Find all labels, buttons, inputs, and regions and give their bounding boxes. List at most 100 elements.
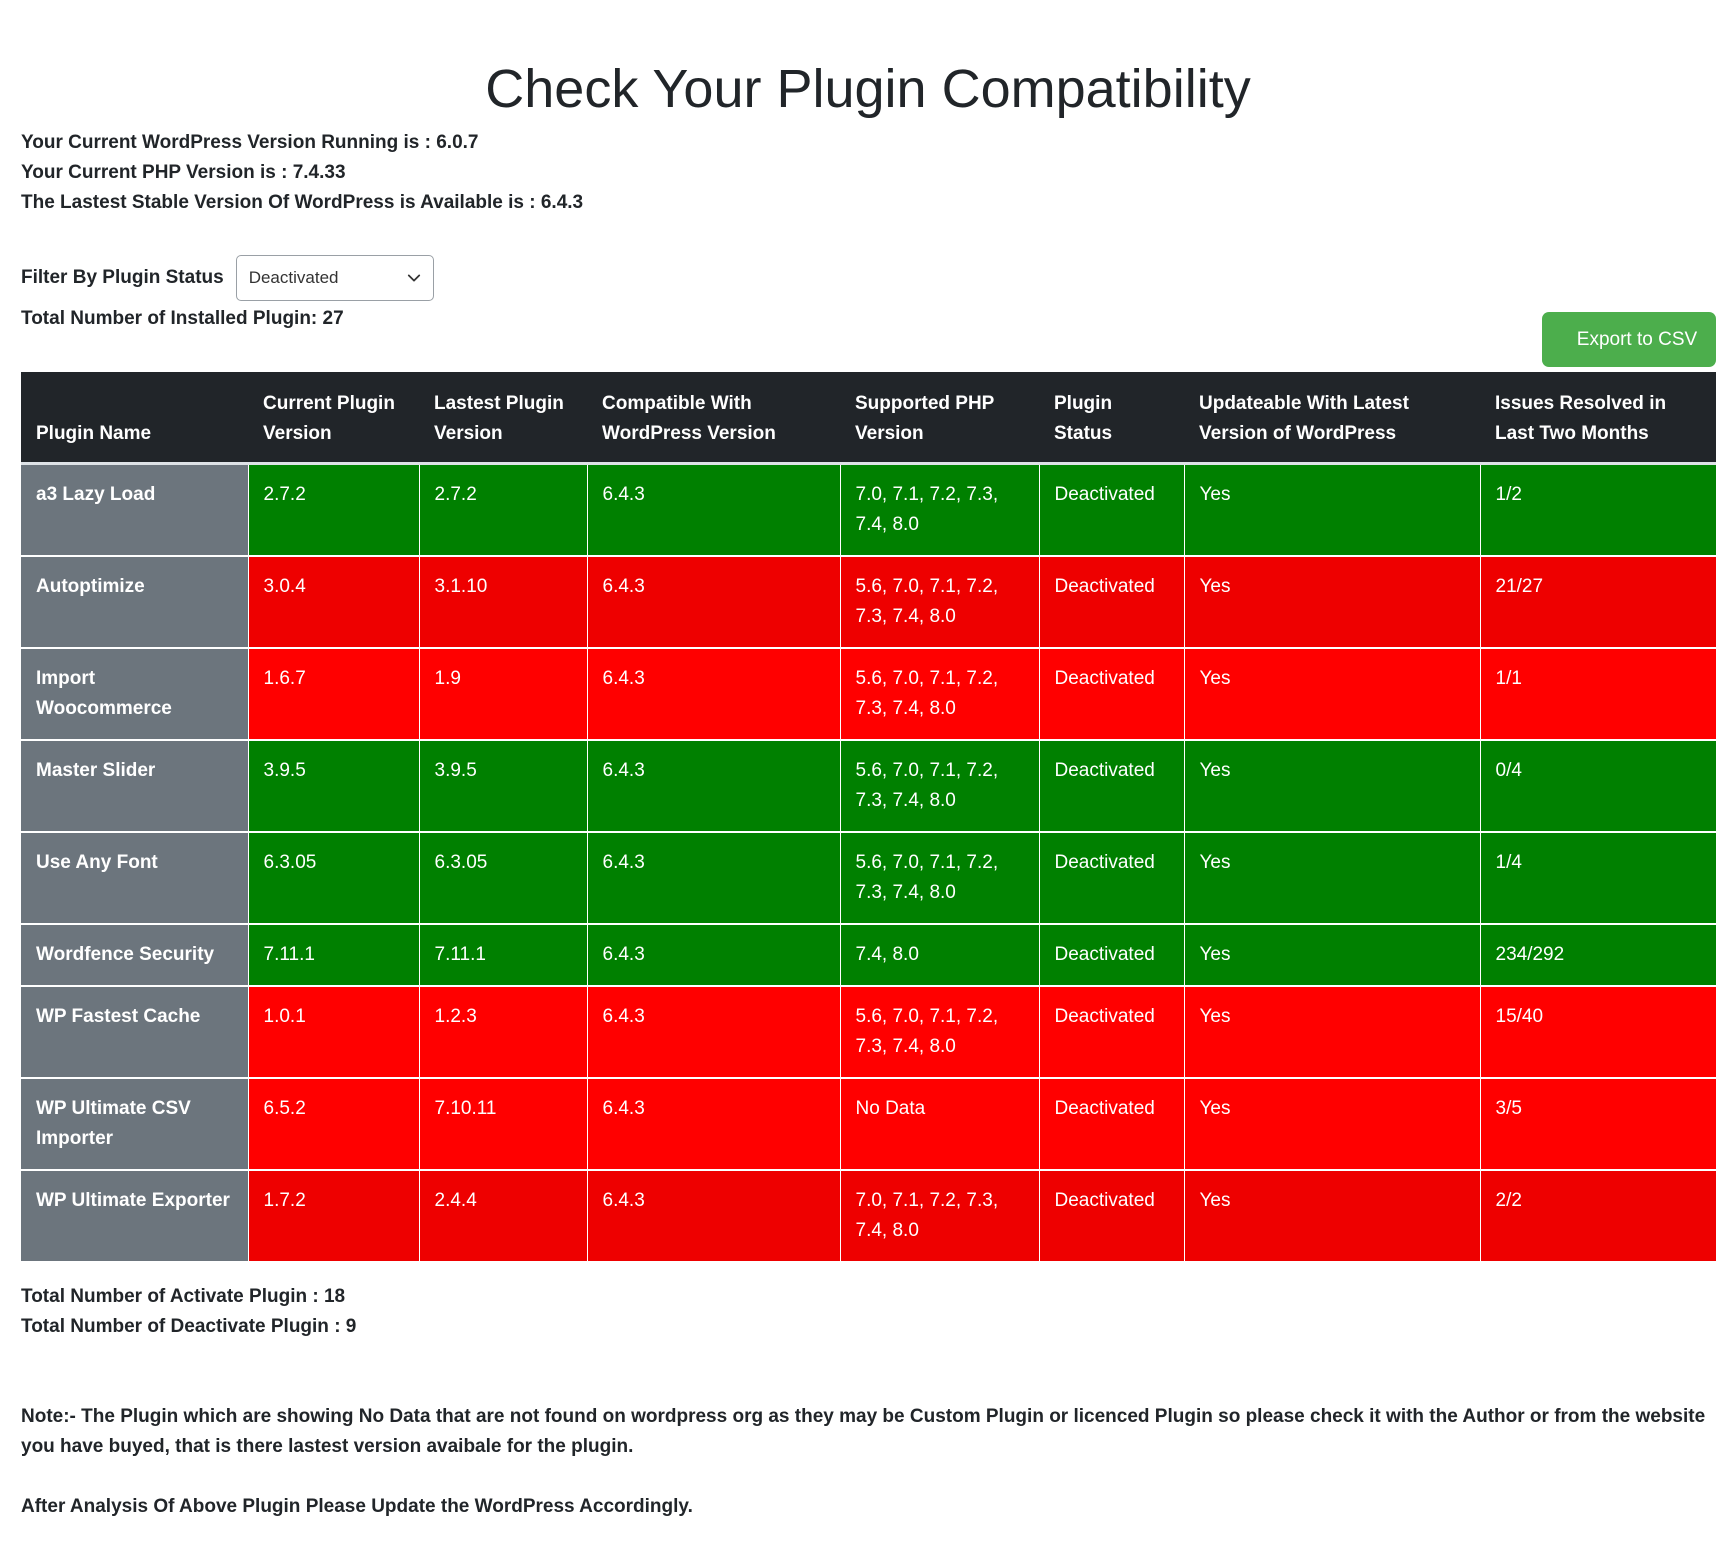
supported-php-cell: 7.0, 7.1, 7.2, 7.3, 7.4, 8.0	[840, 1170, 1040, 1263]
issues-resolved-cell: 1/4	[1480, 832, 1716, 925]
current-version-cell: 6.5.2	[248, 1078, 420, 1171]
latest-version-cell: 1.2.3	[419, 986, 588, 1079]
updateable-cell: Yes	[1184, 832, 1481, 925]
plugin-compatibility-page: Check Your Plugin Compatibility Your Cur…	[0, 0, 1716, 1558]
final-advice: After Analysis Of Above Plugin Please Up…	[21, 1496, 693, 1517]
plugin-name-cell: WP Ultimate CSV Importer	[21, 1078, 249, 1171]
compatible-wp-cell: 6.4.3	[587, 648, 841, 741]
supported-php-cell: 7.0, 7.1, 7.2, 7.3, 7.4, 8.0	[840, 463, 1040, 557]
plugin-name-cell: Wordfence Security	[21, 924, 249, 987]
col-updateable-header: Updateable With Latest Version of WordPr…	[1184, 372, 1480, 465]
current-version-cell: 6.3.05	[248, 832, 420, 925]
issues-resolved-cell: 21/27	[1480, 556, 1716, 649]
compatible-wp-cell: 6.4.3	[587, 924, 841, 987]
chevron-down-icon	[407, 274, 420, 282]
col-plugin-status-header: Plugin Status	[1039, 372, 1184, 465]
latest-version-cell: 6.3.05	[419, 832, 588, 925]
plugin-counts: Total Number of Activate Plugin : 18 Tot…	[21, 1282, 356, 1342]
updateable-cell: Yes	[1184, 740, 1481, 833]
filter-row: Filter By Plugin Status Deactivated	[21, 254, 434, 302]
plugin-name-cell: WP Fastest Cache	[21, 986, 249, 1079]
compatible-wp-cell: 6.4.3	[587, 463, 841, 557]
total-installed-count: Total Number of Installed Plugin: 27	[21, 308, 344, 329]
plugin-status-cell: Deactivated	[1039, 986, 1185, 1079]
updateable-cell: Yes	[1184, 556, 1481, 649]
issues-resolved-cell: 0/4	[1480, 740, 1716, 833]
updateable-cell: Yes	[1184, 1078, 1481, 1171]
col-plugin-name-header: Plugin Name	[21, 372, 248, 465]
issues-resolved-cell: 1/1	[1480, 648, 1716, 741]
supported-php-cell: 7.4, 8.0	[840, 924, 1040, 987]
active-plugin-count: Total Number of Activate Plugin : 18	[21, 1286, 346, 1307]
plugin-status-cell: Deactivated	[1039, 648, 1185, 741]
plugin-status-cell: Deactivated	[1039, 832, 1185, 925]
compatible-wp-cell: 6.4.3	[587, 832, 841, 925]
current-version-cell: 3.9.5	[248, 740, 420, 833]
supported-php-cell: 5.6, 7.0, 7.1, 7.2, 7.3, 7.4, 8.0	[840, 648, 1040, 741]
page-title: Check Your Plugin Compatibility	[485, 59, 1251, 119]
latest-version-cell: 7.10.11	[419, 1078, 588, 1171]
current-version-cell: 1.7.2	[248, 1170, 420, 1263]
compatible-wp-cell: 6.4.3	[587, 1170, 841, 1263]
table-body: a3 Lazy Load 2.7.2 2.7.2 6.4.3 7.0, 7.1, 7.2…	[21, 463, 1716, 1263]
updateable-cell: Yes	[1184, 986, 1481, 1079]
col-issues-resolved-header: Issues Resolved in Last Two Months	[1480, 372, 1716, 465]
col-current-version-header: Current Plugin Version	[248, 372, 419, 465]
export-csv-button[interactable]: Export to CSV	[1542, 312, 1716, 367]
supported-php-cell: 5.6, 7.0, 7.1, 7.2, 7.3, 7.4, 8.0	[840, 832, 1040, 925]
supported-php-cell: 5.6, 7.0, 7.1, 7.2, 7.3, 7.4, 8.0	[840, 556, 1040, 649]
current-version-cell: 2.7.2	[248, 463, 420, 557]
issues-resolved-cell: 234/292	[1480, 924, 1716, 987]
plugin-status-cell: Deactivated	[1039, 740, 1185, 833]
supported-php-cell: 5.6, 7.0, 7.1, 7.2, 7.3, 7.4, 8.0	[840, 986, 1040, 1079]
table-header: Plugin Name Current Plugin Version Lastest…	[21, 372, 1716, 465]
plugin-status-cell: Deactivated	[1039, 1078, 1185, 1171]
issues-resolved-cell: 2/2	[1480, 1170, 1716, 1263]
current-version-cell: 1.0.1	[248, 986, 420, 1079]
col-latest-version-header: Lastest Plugin Version	[419, 372, 587, 465]
col-compatible-wp-header: Compatible With WordPress Version	[587, 372, 840, 465]
compatible-wp-cell: 6.4.3	[587, 1078, 841, 1171]
updateable-cell: Yes	[1184, 924, 1481, 987]
plugin-status-selected-value: Deactivated	[248, 268, 339, 287]
table-header-row: Plugin Name Current Plugin Version Lastest…	[21, 372, 1716, 465]
latest-version-cell: 2.4.4	[419, 1170, 588, 1263]
supported-php-cell: 5.6, 7.0, 7.1, 7.2, 7.3, 7.4, 8.0	[840, 740, 1040, 833]
plugin-status-cell: Deactivated	[1039, 556, 1185, 649]
table-row: Import Woocommerce 1.6.7 1.9 6.4.3 5.6, 7.0,…	[21, 648, 1716, 741]
updateable-cell: Yes	[1184, 1170, 1481, 1263]
table-row: Autoptimize 3.0.4 3.1.10 6.4.3 5.6, 7.0, 7.1…	[21, 556, 1716, 649]
issues-resolved-cell: 3/5	[1480, 1078, 1716, 1171]
issues-resolved-cell: 1/2	[1480, 463, 1716, 557]
deactive-plugin-count: Total Number of Deactivate Plugin : 9	[21, 1316, 357, 1337]
current-version-cell: 7.11.1	[248, 924, 420, 987]
issues-resolved-cell: 15/40	[1480, 986, 1716, 1079]
plugin-name-cell: Import Woocommerce	[21, 648, 249, 741]
current-version-cell: 1.6.7	[248, 648, 420, 741]
plugin-name-cell: Autoptimize	[21, 556, 249, 649]
plugin-name-cell: Master Slider	[21, 740, 249, 833]
table-row: Wordfence Security 7.11.1 7.11.1 6.4.3 7.4, …	[21, 924, 1716, 987]
table-row: WP Ultimate CSV Importer 6.5.2 7.10.11 6.4.…	[21, 1078, 1716, 1171]
latest-version-cell: 1.9	[419, 648, 588, 741]
plugin-status-cell: Deactivated	[1039, 924, 1185, 987]
latest-version-cell: 2.7.2	[419, 463, 588, 557]
table-row: Use Any Font 6.3.05 6.3.05 6.4.3 5.6, 7.0, 7…	[21, 832, 1716, 925]
latest-version-cell: 3.9.5	[419, 740, 588, 833]
updateable-cell: Yes	[1184, 463, 1481, 557]
plugin-table: Plugin Name Current Plugin Version Lastest…	[21, 372, 1716, 1263]
updateable-cell: Yes	[1184, 648, 1481, 741]
table-row: WP Fastest Cache 1.0.1 1.2.3 6.4.3 5.6, 7.0,…	[21, 986, 1716, 1079]
table-row: WP Ultimate Exporter 1.7.2 2.4.4 6.4.3 7.0, …	[21, 1170, 1716, 1263]
latest-version-cell: 3.1.10	[419, 556, 588, 649]
wp-version-line: Your Current WordPress Version Running i…	[21, 132, 479, 153]
plugin-status-cell: Deactivated	[1039, 463, 1185, 557]
filter-label: Filter By Plugin Status	[21, 267, 224, 288]
php-version-line: Your Current PHP Version is : 7.4.33	[21, 162, 346, 183]
plugin-status-select[interactable]: Deactivated	[235, 255, 434, 301]
latest-version-cell: 7.11.1	[419, 924, 588, 987]
table-row: a3 Lazy Load 2.7.2 2.7.2 6.4.3 7.0, 7.1, 7.2…	[21, 463, 1716, 557]
compatible-wp-cell: 6.4.3	[587, 986, 841, 1079]
latest-wp-line: The Lastest Stable Version Of WordPress …	[21, 192, 584, 213]
supported-php-cell: No Data	[840, 1078, 1040, 1171]
